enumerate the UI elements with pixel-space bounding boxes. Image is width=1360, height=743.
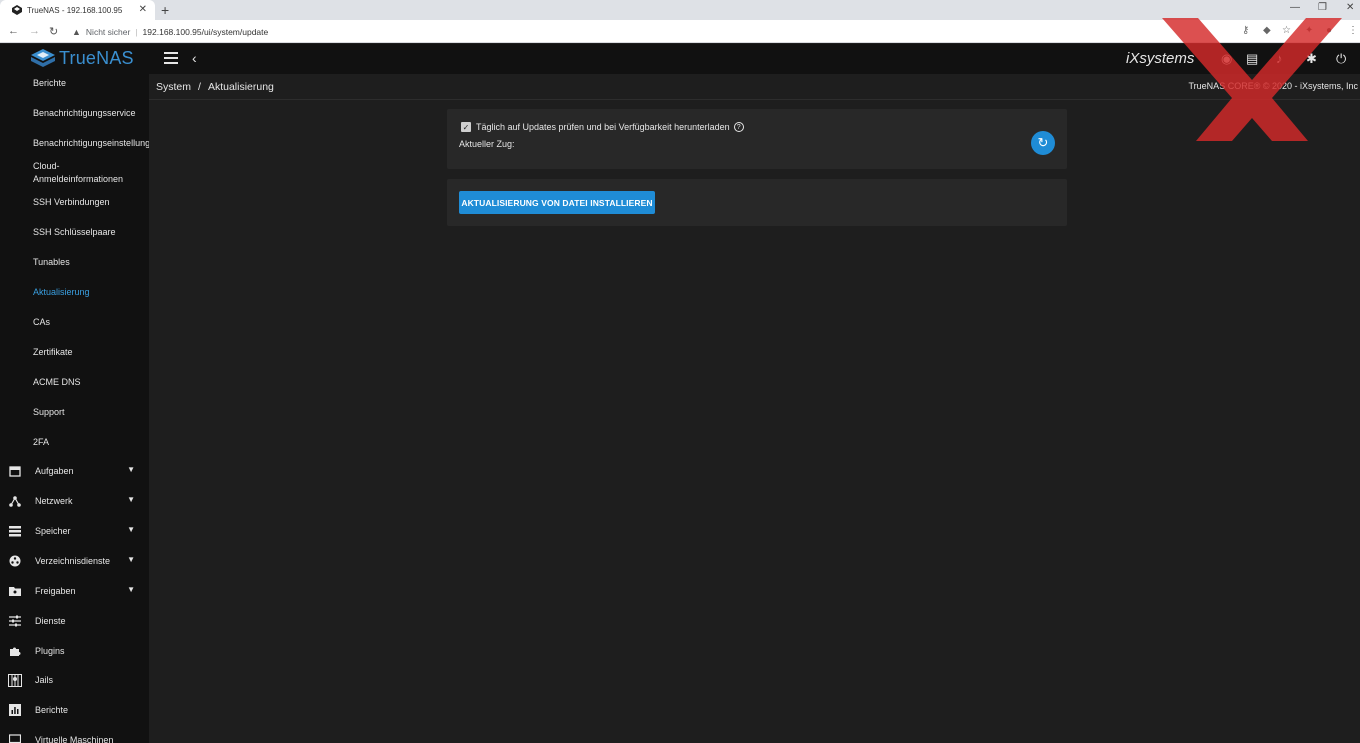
- sidebar-item-cas[interactable]: CAs: [33, 316, 149, 329]
- sidebar-item-speicher[interactable]: Speicher ▼: [0, 521, 149, 541]
- sidebar-item-label: Netzwerk: [35, 496, 73, 506]
- sidebar-item-virtuelle-maschinen[interactable]: Virtuelle Maschinen: [0, 730, 149, 743]
- sidebar-item-acme-dns[interactable]: ACME DNS: [33, 376, 149, 389]
- url-text[interactable]: 192.168.100.95/ui/system/update: [143, 27, 269, 37]
- truenas-logo-icon: [31, 48, 55, 67]
- sidebar-item-jails[interactable]: Jails: [0, 670, 149, 690]
- chevron-down-icon[interactable]: ▼: [127, 525, 135, 534]
- sidebar-item-label: Berichte: [35, 705, 69, 715]
- sidebar-item-label: Freigaben: [35, 586, 76, 596]
- address-bar[interactable]: ▲ Nicht sicher | 192.168.100.95/ui/syste…: [72, 22, 1272, 41]
- browser-tab-bar: TrueNAS - 192.168.100.95 ✕ + — ❐ ✕: [0, 0, 1360, 20]
- truenas-logo[interactable]: TrueNAS: [31, 48, 134, 69]
- monitor-icon: [7, 734, 23, 743]
- brand-name: TrueNAS: [59, 48, 134, 68]
- tab-close-icon[interactable]: ✕: [139, 4, 147, 15]
- restore-icon[interactable]: ❐: [1318, 2, 1327, 13]
- omnibox-separator: |: [135, 26, 138, 37]
- sidebar-item-label: Virtuelle Maschinen: [35, 735, 114, 743]
- sidebar-item-tunables[interactable]: Tunables: [33, 256, 149, 269]
- chevron-down-icon[interactable]: ▼: [127, 555, 135, 564]
- sidebar-item-zertifikate[interactable]: Zertifikate: [33, 346, 149, 359]
- browser-toolbar: ← → ↻ ▲ Nicht sicher | 192.168.100.95/ui…: [0, 20, 1360, 43]
- breadcrumb-separator: /: [198, 81, 201, 93]
- reload-icon[interactable]: ↻: [49, 25, 58, 38]
- sidebar-item-cloud-anmeldeinformationen[interactable]: Cloud-Anmeldeinformationen: [33, 160, 133, 186]
- help-icon[interactable]: ?: [733, 122, 744, 132]
- install-from-file-button[interactable]: AKTUALISIERUNG VON DATEI INSTALLIEREN: [459, 191, 655, 214]
- sidebar-item-label: Verzeichnisdienste: [35, 556, 111, 566]
- storage-icon: [7, 525, 23, 537]
- directory-icon: [7, 555, 23, 567]
- new-tab-button[interactable]: +: [161, 2, 169, 18]
- truenas-favicon-icon: [12, 5, 22, 15]
- sidebar-item-benachrichtigungseinstellung[interactable]: Benachrichtigungseinstellung: [33, 137, 149, 150]
- sliders-icon: [7, 615, 23, 627]
- sidebar-item-2fa[interactable]: 2FA: [33, 436, 149, 449]
- warning-icon: ▲: [72, 26, 81, 37]
- refresh-icon: ↻: [1037, 135, 1049, 150]
- breadcrumb-system[interactable]: System: [156, 81, 191, 93]
- sidebar-item-berichte[interactable]: Berichte: [0, 700, 149, 720]
- sidebar: Berichte Benachrichtigungsservice Benach…: [0, 74, 149, 743]
- current-train-label: Aktueller Zug:: [459, 139, 515, 149]
- calendar-icon: [7, 465, 23, 477]
- network-icon: [7, 495, 23, 507]
- sidebar-item-ssh-schluesselpaare[interactable]: SSH Schlüsselpaare: [33, 226, 149, 239]
- browser-menu-icon[interactable]: ⋮: [1348, 25, 1358, 36]
- jail-icon: [7, 673, 23, 687]
- chevron-down-icon[interactable]: ▼: [127, 465, 135, 474]
- breadcrumb-current: Aktualisierung: [207, 81, 274, 93]
- sidebar-item-label: Dienste: [35, 616, 66, 626]
- chevron-down-icon[interactable]: ▼: [127, 495, 135, 504]
- sidebar-item-label: Jails: [35, 675, 54, 685]
- browser-forward-icon[interactable]: →: [29, 25, 40, 37]
- sidebar-item-dienste[interactable]: Dienste: [0, 611, 149, 631]
- manual-update-card: AKTUALISIERUNG VON DATEI INSTALLIEREN: [447, 179, 1067, 226]
- window-close-icon[interactable]: ✕: [1346, 2, 1354, 13]
- sidebar-item-aktualisierung[interactable]: Aktualisierung: [33, 286, 149, 299]
- sidebar-item-freigaben[interactable]: Freigaben ▼: [0, 581, 149, 601]
- app-topbar: TrueNAS ‹ iXsystems ◉ ▤ ♪ ✱ ⏻: [0, 44, 1360, 74]
- sidebar-item-support[interactable]: Support: [33, 406, 149, 419]
- sidebar-item-aufgaben[interactable]: Aufgaben ▼: [0, 461, 149, 481]
- chevron-down-icon[interactable]: ▼: [127, 585, 135, 594]
- sidebar-item-ssh-verbindungen[interactable]: SSH Verbindungen: [33, 196, 149, 209]
- auto-check-row: ✓ Täglich auf Updates prüfen und bei Ver…: [461, 122, 744, 132]
- sidebar-item-verzeichnisdienste[interactable]: Verzeichnisdienste ▼: [0, 551, 149, 571]
- auto-check-label[interactable]: Täglich auf Updates prüfen und bei Verfü…: [476, 122, 730, 132]
- sidebar-item-label: Aufgaben: [35, 466, 74, 476]
- refresh-button[interactable]: ↻: [1031, 131, 1055, 155]
- sidebar-item-label: Speicher: [35, 526, 71, 536]
- auto-check-checkbox[interactable]: ✓: [461, 122, 471, 132]
- breadcrumb: System / Aktualisierung: [156, 81, 274, 93]
- hamburger-menu-icon[interactable]: [164, 52, 178, 64]
- watermark-logo: [1162, 18, 1342, 141]
- security-label: Nicht sicher: [85, 26, 131, 37]
- chart-icon: [7, 704, 23, 716]
- browser-tab[interactable]: TrueNAS - 192.168.100.95 ✕: [0, 0, 155, 20]
- browser-tab-title: TrueNAS - 192.168.100.95: [27, 5, 123, 15]
- puzzle-icon: [7, 645, 23, 657]
- sidebar-item-benachrichtigungsservice[interactable]: Benachrichtigungsservice: [33, 107, 149, 120]
- browser-back-icon[interactable]: ←: [8, 25, 19, 37]
- sidebar-item-plugins[interactable]: Plugins: [0, 641, 149, 661]
- update-settings-card: ✓ Täglich auf Updates prüfen und bei Ver…: [447, 109, 1067, 169]
- sidebar-item-netzwerk[interactable]: Netzwerk ▼: [0, 491, 149, 511]
- shares-icon: [7, 585, 23, 597]
- sidebar-item-label: Plugins: [35, 646, 65, 656]
- collapse-sidebar-icon[interactable]: ‹: [192, 50, 197, 66]
- minimize-icon[interactable]: —: [1290, 2, 1300, 13]
- sidebar-item-berichte-system[interactable]: Berichte: [33, 77, 149, 90]
